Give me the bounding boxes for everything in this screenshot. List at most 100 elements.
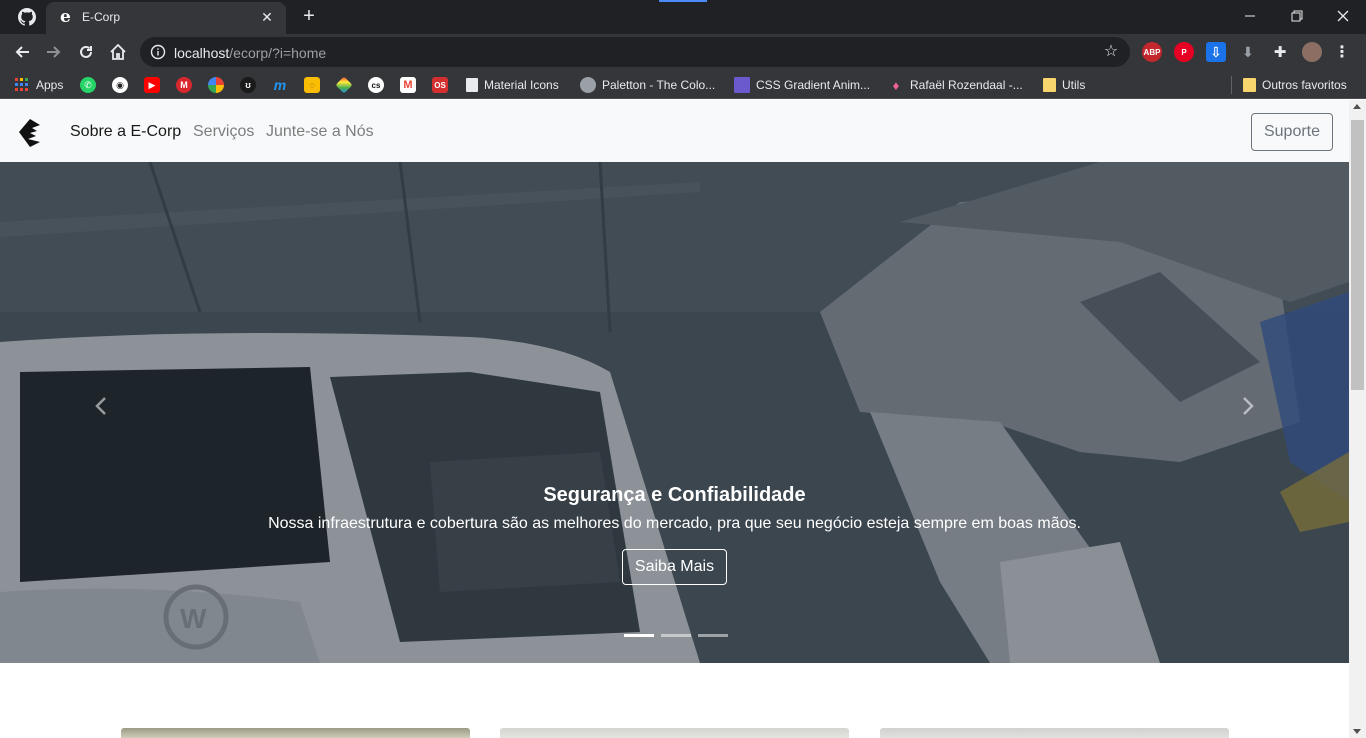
whatsapp-icon: ✆ bbox=[80, 77, 96, 93]
carousel-indicators bbox=[624, 634, 728, 637]
bookmark-whatsapp[interactable]: ✆ bbox=[80, 76, 102, 94]
bookmark-m-logo[interactable]: m bbox=[272, 76, 294, 94]
close-tab-icon[interactable]: ✕ bbox=[258, 8, 276, 26]
adblock-icon[interactable]: ABP bbox=[1142, 42, 1162, 62]
bookmark-label: Apps bbox=[36, 78, 64, 92]
site-navbar: Sobre a E-Corp Serviços Junte-se a Nós S… bbox=[0, 100, 1349, 162]
bookmark-material-icons[interactable]: Material Icons bbox=[466, 76, 559, 94]
page-scrollbar[interactable] bbox=[1349, 100, 1366, 738]
tab-hover-indicator bbox=[659, 0, 707, 2]
learn-more-button[interactable]: Saiba Mais bbox=[621, 549, 728, 585]
diamond-icon bbox=[335, 76, 353, 94]
bookmarks-separator bbox=[1231, 76, 1232, 94]
os-icon: OS bbox=[432, 77, 448, 93]
folder-icon bbox=[1243, 78, 1256, 92]
new-tab-icon[interactable]: + bbox=[298, 5, 320, 27]
bookmark-mega[interactable]: M bbox=[176, 76, 198, 94]
site-info-icon[interactable] bbox=[150, 44, 166, 60]
download-ext-icon[interactable]: ⇩ bbox=[1206, 42, 1226, 62]
address-bar[interactable]: localhost/ecorp/?i=home ☆ bbox=[140, 37, 1130, 67]
profile-avatar[interactable] bbox=[1302, 42, 1322, 62]
carousel-indicator-3[interactable] bbox=[698, 634, 728, 637]
tab-title: E-Corp bbox=[82, 10, 121, 24]
bookmark-label: Utils bbox=[1062, 78, 1086, 92]
carousel-indicator-1[interactable] bbox=[624, 634, 654, 637]
scroll-down-arrow-icon[interactable] bbox=[1353, 729, 1361, 734]
nav-link-about[interactable]: Sobre a E-Corp bbox=[70, 123, 181, 141]
bookmark-star-icon[interactable]: ☆ bbox=[1102, 43, 1120, 61]
arrow-down-ext-icon[interactable]: ⬇ bbox=[1238, 42, 1258, 62]
material-icon bbox=[466, 78, 478, 92]
tab-favicon: e bbox=[60, 7, 71, 27]
hero-carousel: W Segurança e Confiabilidade Nossa infra… bbox=[0, 162, 1349, 663]
nav-link-services[interactable]: Serviços bbox=[193, 123, 254, 141]
scroll-up-arrow-icon[interactable] bbox=[1353, 104, 1361, 109]
bookmark-label: Outros favoritos bbox=[1262, 78, 1347, 92]
bookmark-label: CSS Gradient Anim... bbox=[756, 78, 871, 92]
bookmark-github[interactable]: ◉ bbox=[112, 76, 134, 94]
browser-toolbar: localhost/ecorp/?i=home ☆ ABP P ⇩ ⬇ ✚ ⋮ bbox=[0, 34, 1366, 70]
card-image-1 bbox=[121, 728, 470, 738]
bookmark-utils-folder[interactable]: Utils bbox=[1043, 76, 1085, 94]
bookmark-pinwheel[interactable] bbox=[208, 76, 230, 94]
bookmark-apps[interactable]: Apps bbox=[14, 76, 63, 94]
home-icon[interactable] bbox=[106, 40, 130, 64]
folder-icon bbox=[1043, 78, 1056, 92]
menu-kebab-icon[interactable]: ⋮ bbox=[1332, 42, 1352, 62]
carousel-indicator-2[interactable] bbox=[661, 634, 691, 637]
github-icon: ◉ bbox=[112, 77, 128, 93]
url-text[interactable]: localhost/ecorp/?i=home bbox=[174, 45, 326, 61]
carousel-title: Segurança e Confiabilidade bbox=[543, 484, 806, 506]
paletton-icon bbox=[580, 77, 596, 93]
cs-icon: cs bbox=[368, 77, 384, 93]
pinwheel-icon bbox=[208, 77, 224, 93]
mega-icon: M bbox=[176, 77, 192, 93]
close-window-icon[interactable] bbox=[1331, 4, 1355, 28]
nav-link-join[interactable]: Junte-se a Nós bbox=[266, 123, 374, 141]
youtube-icon: ▶ bbox=[144, 77, 160, 93]
browser-tab[interactable]: e E-Corp ✕ bbox=[46, 2, 286, 34]
reload-icon[interactable] bbox=[74, 40, 98, 64]
gradient-icon bbox=[734, 77, 750, 93]
keep-icon: ◌ bbox=[304, 77, 320, 93]
bookmarks-bar: Apps ✆ ◉ ▶ M ʊ m ◌ cs M OS Material Icon… bbox=[0, 70, 1366, 99]
restore-icon[interactable] bbox=[1285, 4, 1309, 28]
scrollbar-thumb[interactable] bbox=[1351, 120, 1364, 390]
tab-strip: e E-Corp ✕ + bbox=[0, 0, 1366, 34]
swirl-icon: ʊ bbox=[240, 77, 256, 93]
extensions-puzzle-icon[interactable]: ✚ bbox=[1270, 42, 1290, 62]
other-bookmarks-folder[interactable]: Outros favoritos bbox=[1243, 76, 1347, 94]
support-button[interactable]: Suporte bbox=[1251, 113, 1333, 151]
carousel-caption: Segurança e Confiabilidade Nossa infraes… bbox=[0, 484, 1349, 585]
bookmark-label: Material Icons bbox=[484, 78, 559, 92]
rozendaal-icon: ♦ bbox=[892, 77, 900, 93]
bookmark-swirl[interactable]: ʊ bbox=[240, 76, 262, 94]
m-logo-icon: m bbox=[273, 77, 287, 93]
bookmark-label: Paletton - The Colo... bbox=[602, 78, 716, 92]
bookmark-cs[interactable]: cs bbox=[368, 76, 390, 94]
ecorp-logo-icon[interactable] bbox=[16, 116, 48, 148]
card-image-2 bbox=[500, 728, 849, 738]
factory-background-image: W bbox=[0, 162, 1349, 663]
minimize-icon[interactable] bbox=[1238, 4, 1262, 28]
carousel-prev-icon[interactable] bbox=[89, 394, 113, 418]
card-image-3 bbox=[880, 728, 1229, 738]
bookmark-youtube[interactable]: ▶ bbox=[144, 76, 166, 94]
apps-grid-icon bbox=[14, 77, 30, 93]
bookmark-diamond[interactable] bbox=[335, 76, 358, 94]
bookmark-os[interactable]: OS bbox=[432, 76, 454, 94]
carousel-text: Nossa infraestrutura e cobertura são as … bbox=[268, 515, 1081, 532]
carousel-next-icon[interactable] bbox=[1236, 394, 1260, 418]
bookmark-rozendaal[interactable]: ♦ Rafaël Rozendaal -... bbox=[888, 76, 1023, 94]
page-viewport: Sobre a E-Corp Serviços Junte-se a Nós S… bbox=[0, 100, 1366, 738]
bookmark-css-gradient[interactable]: CSS Gradient Anim... bbox=[734, 76, 870, 94]
pinterest-icon[interactable]: P bbox=[1174, 42, 1194, 62]
bookmark-label: Rafaël Rozendaal -... bbox=[910, 78, 1023, 92]
gmail-icon: M bbox=[400, 77, 416, 93]
bookmark-gmail[interactable]: M bbox=[400, 76, 422, 94]
github-icon[interactable] bbox=[16, 6, 38, 28]
back-icon[interactable] bbox=[10, 40, 34, 64]
bookmark-keep[interactable]: ◌ bbox=[304, 76, 326, 94]
forward-icon[interactable] bbox=[42, 40, 66, 64]
bookmark-paletton[interactable]: Paletton - The Colo... bbox=[580, 76, 715, 94]
